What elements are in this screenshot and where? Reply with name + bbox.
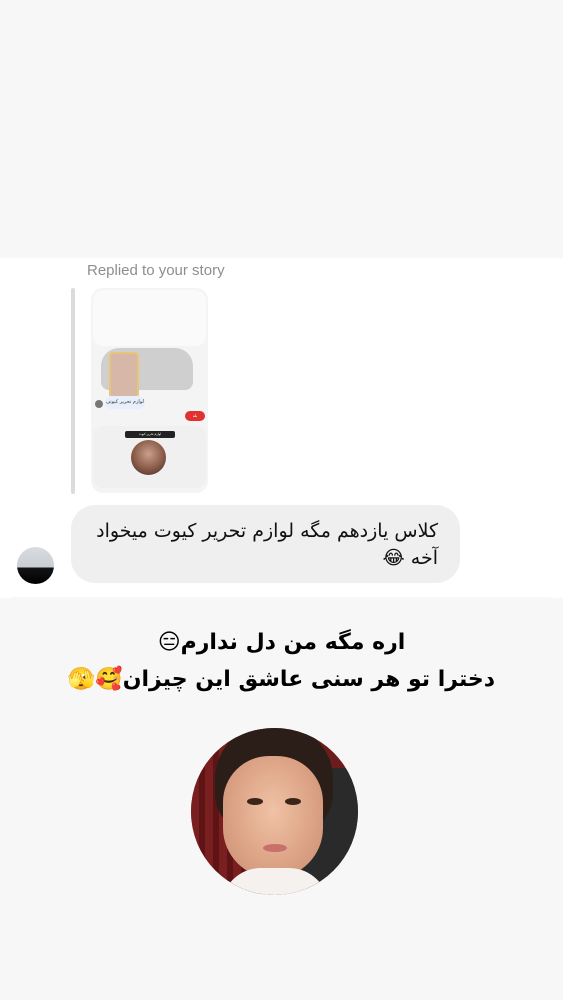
photo-eye-right bbox=[285, 798, 301, 805]
sender-avatar[interactable] bbox=[17, 547, 54, 584]
reply-indicator-bar bbox=[71, 288, 75, 494]
story-preview-thumbnail[interactable]: لوازم تحریر کیوتی بله لوازم تحریر کیوت bbox=[91, 288, 208, 493]
story-preview-avatar bbox=[95, 400, 103, 408]
photo-eye-left bbox=[247, 798, 263, 805]
message-bubble[interactable]: کلاس یازدهم مگه لوازم تحریر کیوت میخواد … bbox=[71, 505, 460, 583]
story-preview-red-chip: بله bbox=[185, 411, 205, 421]
message-text: کلاس یازدهم مگه لوازم تحریر کیوت میخواد … bbox=[96, 520, 438, 569]
photo-lips bbox=[263, 844, 287, 852]
story-preview-caption: لوازم تحریر کیوت bbox=[125, 431, 175, 438]
story-preview-circle-photo bbox=[131, 440, 166, 475]
story-preview-photo bbox=[109, 352, 139, 398]
photo-face bbox=[223, 756, 323, 878]
top-blank-area bbox=[0, 0, 563, 258]
story-preview-chip: لوازم تحریر کیوتی bbox=[105, 396, 145, 409]
story-circle-photo bbox=[191, 728, 358, 895]
story-caption-line-1: اره مگه من دل ندارم😑 bbox=[157, 630, 406, 655]
story-caption-line-2: دخترا تو هر سنی عاشق این چیزان🥰🫣 bbox=[67, 667, 496, 692]
story-preview-bubble bbox=[93, 290, 206, 346]
replied-to-story-label: Replied to your story bbox=[87, 262, 225, 279]
